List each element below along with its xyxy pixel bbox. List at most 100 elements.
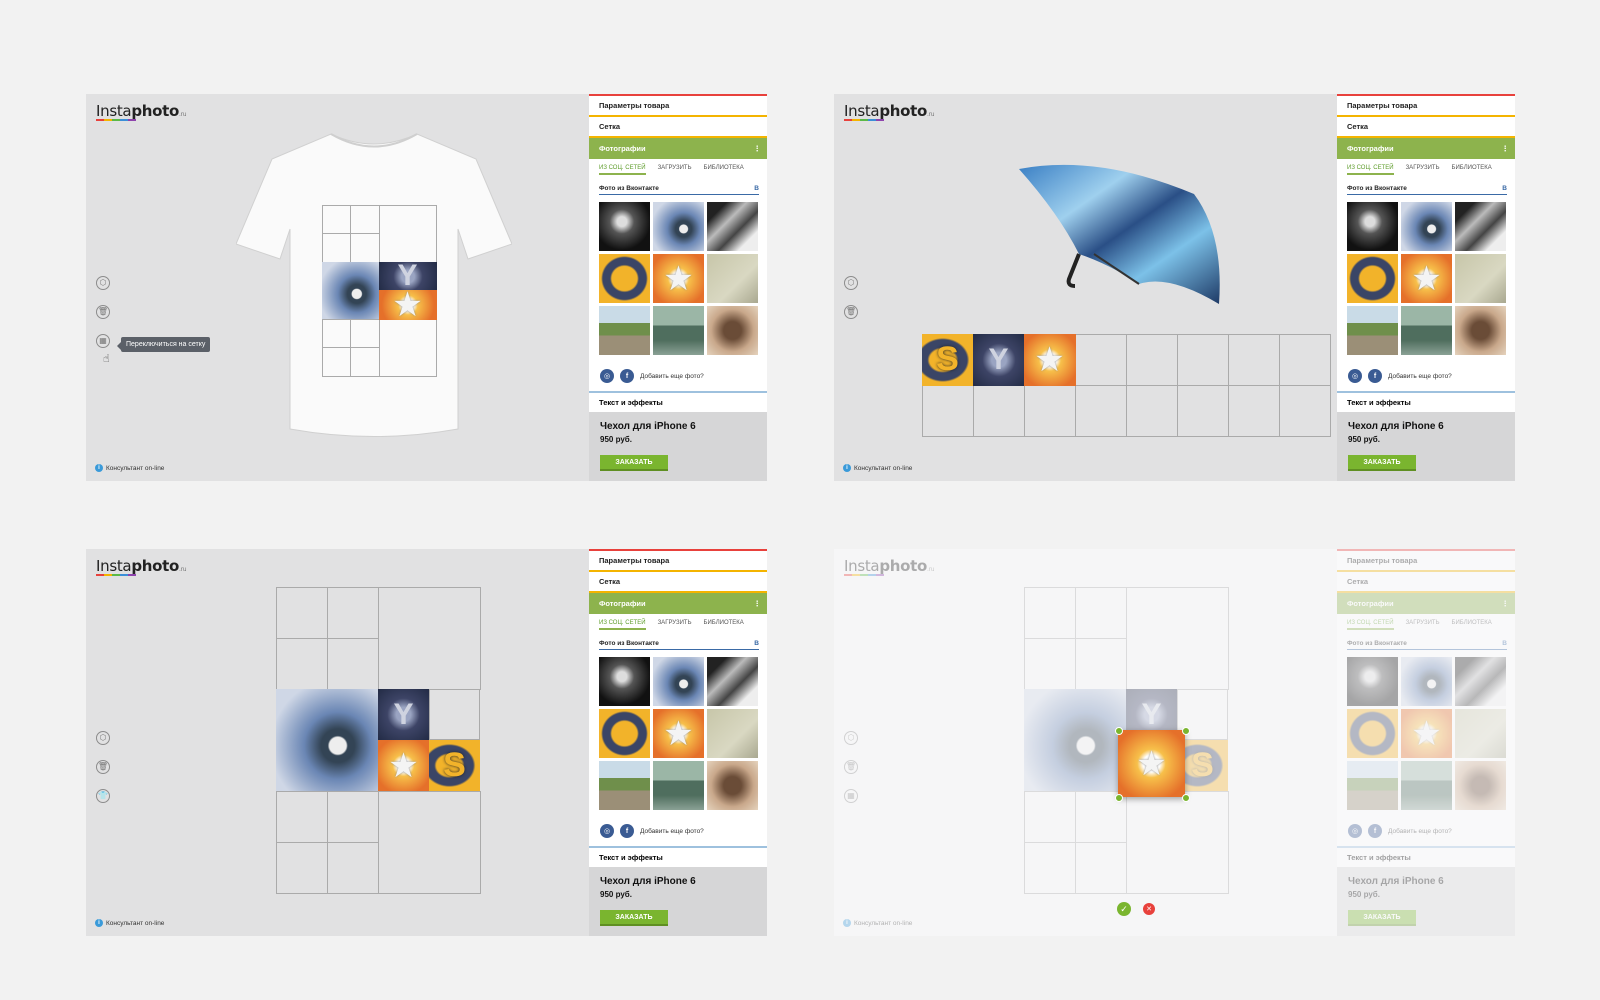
facebook-icon[interactable]: f [620, 824, 634, 838]
photo-thumb[interactable] [599, 709, 650, 758]
photo-source-tabs: ИЗ СОЦ. СЕТЕЙ ЗАГРУЗИТЬ БИБЛИОТЕКА [589, 159, 767, 175]
photo-thumb[interactable] [653, 761, 704, 810]
section-product-params[interactable]: Параметры товара [1337, 94, 1515, 117]
tab-upload[interactable]: ЗАГРУЗИТЬ [658, 620, 692, 630]
photo-thumb[interactable] [653, 202, 704, 251]
facebook-icon[interactable]: f [1368, 369, 1382, 383]
order-button[interactable]: ЗАКАЗАТЬ [600, 910, 668, 926]
trash-icon[interactable]: 🗑 [96, 760, 110, 774]
photo-thumb[interactable] [1347, 306, 1398, 355]
logo[interactable]: Instaphoto.ru [96, 557, 187, 575]
instagram-icon[interactable]: ◎ [600, 369, 614, 383]
section-photos[interactable]: Фотографии ⋮ [1337, 138, 1515, 159]
photo-thumb[interactable] [707, 657, 758, 706]
resize-handle[interactable] [1115, 727, 1123, 735]
section-product-params[interactable]: Параметры товара [589, 549, 767, 572]
photo-thumb[interactable] [1455, 306, 1506, 355]
section-photos: Фотографии ⋮ [1337, 593, 1515, 614]
consultant-online[interactable]: i Консультант on-line [95, 919, 164, 927]
tshirt-print-grid[interactable] [321, 204, 438, 377]
selected-photo-star[interactable] [1118, 730, 1185, 797]
photo-thumb[interactable] [653, 254, 704, 303]
tab-library[interactable]: БИБЛИОТЕКА [1452, 165, 1492, 175]
info-icon: i [843, 919, 851, 927]
photo-thumb[interactable] [707, 761, 758, 810]
confirm-cancel-button[interactable]: ✕ [1143, 903, 1155, 915]
print-grid-large[interactable] [275, 586, 481, 894]
resize-handle[interactable] [1115, 794, 1123, 802]
tab-social[interactable]: ИЗ СОЦ. СЕТЕЙ [599, 620, 646, 630]
consultant-online[interactable]: i Консультант on-line [95, 464, 164, 472]
section-text-effects[interactable]: Текст и эффекты [589, 846, 767, 867]
tab-upload[interactable]: ЗАГРУЗИТЬ [1406, 165, 1440, 175]
product-name: Чехол для iPhone 6 [1348, 876, 1444, 887]
section-photos[interactable]: Фотографии ⋮ [589, 138, 767, 159]
tab-upload[interactable]: ЗАГРУЗИТЬ [658, 165, 692, 175]
section-photos[interactable]: Фотографии ⋮ [589, 593, 767, 614]
tab-library: БИБЛИОТЕКА [1451, 620, 1492, 626]
section-grid[interactable]: Сетка [589, 117, 767, 138]
order-box: Чехол для iPhone 6 950 руб. ЗАКАЗАТЬ [589, 412, 767, 481]
section-product-params[interactable]: Параметры товара [589, 94, 767, 117]
photo-thumb[interactable] [1401, 202, 1452, 251]
photo-thumb[interactable] [1347, 202, 1398, 251]
vk-icon[interactable]: B [754, 185, 759, 192]
photo-thumb[interactable] [707, 202, 758, 251]
vk-icon[interactable]: B [754, 640, 759, 647]
order-button[interactable]: ЗАКАЗАТЬ [600, 455, 668, 471]
photo-thumb[interactable] [707, 709, 758, 758]
photo-thumb [1347, 657, 1398, 706]
grid-icon[interactable]: ▦ [96, 334, 110, 348]
photo-thumb[interactable] [653, 306, 704, 355]
resize-handle[interactable] [1182, 727, 1190, 735]
more-icon: ⋮ [1501, 599, 1510, 608]
info-icon: i [95, 919, 103, 927]
trash-icon[interactable]: 🗑 [96, 305, 110, 319]
consultant-online[interactable]: i Консультант on-line [843, 464, 912, 472]
add-more-photos-link[interactable]: Добавить еще фото? [640, 828, 704, 835]
photo-thumb[interactable] [707, 306, 758, 355]
tshirt-icon[interactable]: 👕 [96, 789, 110, 803]
section-grid[interactable]: Сетка [589, 572, 767, 593]
tab-library[interactable]: БИБЛИОТЕКА [704, 165, 744, 175]
section-text-effects[interactable]: Текст и эффекты [1337, 391, 1515, 412]
photo-thumb[interactable] [653, 709, 704, 758]
tab-social[interactable]: ИЗ СОЦ. СЕТЕЙ [599, 165, 646, 175]
social-row: ◎ f Добавить еще фото? [600, 824, 767, 838]
photo-thumbnails [1337, 195, 1515, 355]
tab-library[interactable]: БИБЛИОТЕКА [704, 620, 744, 630]
resize-handle[interactable] [1182, 794, 1190, 802]
trash-icon[interactable]: 🗑 [844, 305, 858, 319]
photo-thumb[interactable] [707, 254, 758, 303]
cube-icon[interactable]: ⬡ [844, 276, 858, 290]
add-more-photos-link[interactable]: Добавить еще фото? [640, 373, 704, 380]
instagram-icon[interactable]: ◎ [600, 824, 614, 838]
section-text-effects[interactable]: Текст и эффекты [589, 391, 767, 412]
confirm-ok-button[interactable]: ✓ [1117, 902, 1131, 916]
vk-icon[interactable]: B [1502, 185, 1507, 192]
photo-thumb[interactable] [599, 306, 650, 355]
photo-thumb[interactable] [1347, 254, 1398, 303]
photo-thumb[interactable] [1401, 306, 1452, 355]
photo-thumb[interactable] [653, 657, 704, 706]
tab-social[interactable]: ИЗ СОЦ. СЕТЕЙ [1347, 165, 1394, 175]
add-more-photos-link[interactable]: Добавить еще фото? [1388, 373, 1452, 380]
cube-icon[interactable]: ⬡ [96, 276, 110, 290]
logo[interactable]: Instaphoto.ru [96, 102, 187, 120]
photo-thumb[interactable] [599, 761, 650, 810]
photo-thumb[interactable] [1455, 202, 1506, 251]
more-icon: ⋮ [753, 144, 762, 153]
cube-icon[interactable]: ⬡ [96, 731, 110, 745]
logo[interactable]: Instaphoto.ru [844, 102, 935, 120]
facebook-icon[interactable]: f [620, 369, 634, 383]
instagram-icon[interactable]: ◎ [1348, 369, 1362, 383]
umbrella-print-grid[interactable] [921, 333, 1331, 437]
photo-thumb[interactable] [599, 657, 650, 706]
order-button[interactable]: ЗАКАЗАТЬ [1348, 455, 1416, 471]
photo-source-tabs: ИЗ СОЦ. СЕТЕЙ ЗАГРУЗИТЬ БИБЛИОТЕКА [589, 614, 767, 630]
photo-thumb[interactable] [599, 254, 650, 303]
photo-thumb[interactable] [1401, 254, 1452, 303]
section-grid[interactable]: Сетка [1337, 117, 1515, 138]
photo-thumb[interactable] [599, 202, 650, 251]
photo-thumb[interactable] [1455, 254, 1506, 303]
